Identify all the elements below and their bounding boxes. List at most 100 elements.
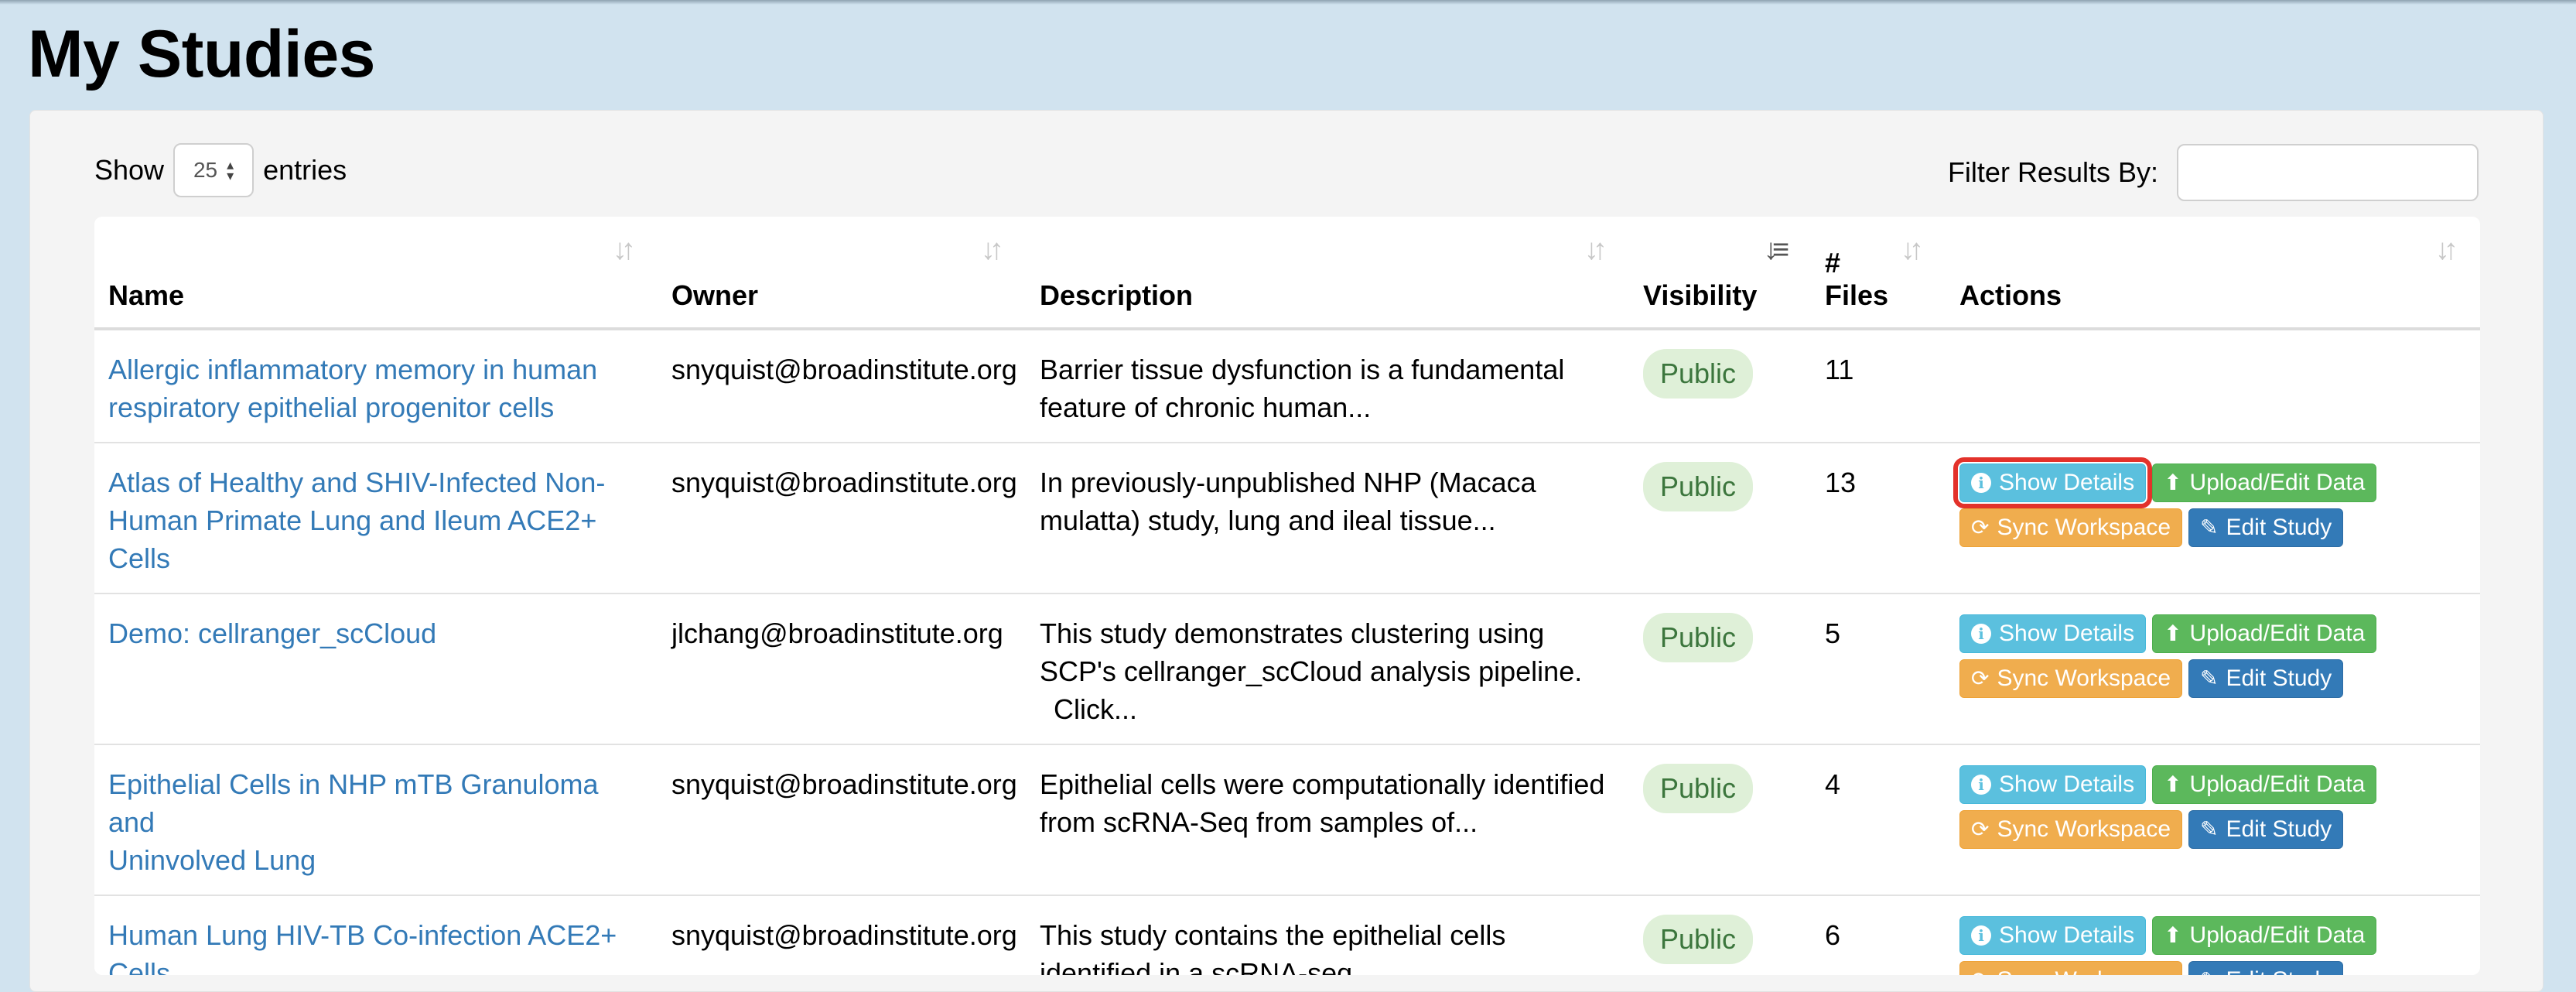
column-header-description[interactable]: ↓↑ Description [1026,217,1629,330]
study-name-line: Uninvolved Lung [108,844,316,876]
filter-label: Filter Results By: [1947,156,2158,188]
study-name-link[interactable]: Human Lung HIV-TB Co-infection ACE2+ Cel… [108,919,617,975]
actions-cell: i Show Details ⬆ Upload/Edit Data ⟳ Sync… [1946,593,2480,745]
files-count-cell: 11 [1811,329,1946,443]
show-details-label: Show Details [1999,771,2135,797]
sort-icon: ↓↑ [2435,234,2458,266]
study-name-cell: Human Lung HIV-TB Co-infection ACE2+ Cel… [94,895,658,975]
visibility-cell: Public [1629,443,1811,594]
study-name-line: Cells [108,957,171,975]
filter-input[interactable] [2177,144,2479,201]
column-header-files[interactable]: ↓↑ # Files [1811,217,1946,330]
study-name-line: Atlas of Healthy and SHIV-Infected Non- [108,467,606,498]
edit-study-button[interactable]: ✎ Edit Study [2188,810,2344,849]
sync-workspace-label: Sync Workspace [1997,515,2171,540]
column-header-actions-label: Actions [1959,279,2062,311]
entries-select-value: 25 [193,158,218,182]
owner-cell: snyquist@broadinstitute.org [658,443,1026,594]
public-badge: Public [1643,462,1754,511]
study-name-line: Epithelial Cells in NHP mTB Granuloma an… [108,768,599,838]
description-line: SCP's cellranger_scCloud analysis pipeli… [1040,655,1583,687]
column-header-files-label: Files [1825,279,1889,311]
sync-workspace-button[interactable]: ⟳ Sync Workspace [1959,508,2182,547]
upload-edit-data-label: Upload/Edit Data [2189,922,2366,948]
actions-cell: i Show Details ⬆ Upload/Edit Data ⟳ Sync… [1946,895,2480,975]
upload-icon: ⬆ [2164,621,2182,645]
table-row: Demo: cellranger_scCloud jlchang@broadin… [94,593,2480,745]
study-name-link[interactable]: Epithelial Cells in NHP mTB Granuloma an… [108,768,599,876]
files-count-cell: 6 [1811,895,1946,975]
visibility-cell: Public [1629,593,1811,745]
table-row: Atlas of Healthy and SHIV-Infected Non- … [94,443,2480,594]
upload-edit-data-button[interactable]: ⬆ Upload/Edit Data [2152,916,2377,955]
visibility-cell: Public [1629,329,1811,443]
info-circle-icon: i [1971,925,1991,946]
study-name-link[interactable]: Demo: cellranger_scCloud [108,617,436,649]
edit-icon: ✎ [2200,961,2218,975]
sync-workspace-button[interactable]: ⟳ Sync Workspace [1959,659,2182,698]
show-details-label: Show Details [1999,922,2135,948]
studies-table: ↓↑ Name ↓↑ Owner ↓↑ Description ↓≡ Visib… [94,217,2480,975]
sort-icon: ↓↑ [613,234,636,266]
entries-label: entries [263,154,347,186]
description-line: mulatta) study, lung and ileal tissue... [1040,505,1496,536]
info-circle-icon: i [1971,624,1991,644]
study-name-cell: Demo: cellranger_scCloud [94,593,658,745]
select-arrows-icon: ▴ ▾ [227,157,234,183]
files-count-cell: 13 [1811,443,1946,594]
study-name-link[interactable]: Atlas of Healthy and SHIV-Infected Non- … [108,467,605,574]
actions-cell: i Show Details ⬆ Upload/Edit Data ⟳ Sync… [1946,443,2480,594]
owner-cell: jlchang@broadinstitute.org [658,593,1026,745]
refresh-icon: ⟳ [1971,515,1990,539]
description-line: from scRNA-Seq from samples of... [1040,806,1478,838]
sort-icon: ↓↑ [981,234,1004,266]
column-header-files-hash: # [1825,247,1841,279]
column-header-actions[interactable]: ↓↑ Actions [1946,217,2480,330]
description-line: In previously-unpublished NHP (Macaca [1040,467,1536,498]
info-circle-icon: i [1971,473,1991,493]
upload-edit-data-button[interactable]: ⬆ Upload/Edit Data [2152,765,2377,804]
files-count-cell: 5 [1811,593,1946,745]
edit-study-button[interactable]: ✎ Edit Study [2188,508,2344,547]
study-name-link[interactable]: Allergic inflammatory memory in human re… [108,354,597,423]
owner-cell: snyquist@broadinstitute.org [658,744,1026,896]
column-header-visibility-label: Visibility [1643,279,1758,311]
show-details-label: Show Details [1999,621,2135,646]
description-line: Barrier tissue dysfunction is a fundamen… [1040,354,1565,385]
table-header-row: ↓↑ Name ↓↑ Owner ↓↑ Description ↓≡ Visib… [94,217,2480,330]
description-line: identified in a scRNA-seq... [1040,957,1376,975]
refresh-icon: ⟳ [1971,666,1990,690]
description-line: This study demonstrates clustering using [1040,617,1545,649]
show-details-button[interactable]: i Show Details [1959,916,2147,955]
sync-workspace-button[interactable]: ⟳ Sync Workspace [1959,810,2182,849]
info-circle-icon: i [1971,775,1991,795]
description-cell: Epithelial cells were computationally id… [1026,744,1629,896]
description-line: Click... [1054,693,1137,725]
edit-icon: ✎ [2200,817,2219,841]
column-header-owner[interactable]: ↓↑ Owner [658,217,1026,330]
sync-workspace-label: Sync Workspace [1997,665,2171,691]
actions-cell [1946,329,2480,443]
upload-edit-data-button[interactable]: ⬆ Upload/Edit Data [2152,464,2377,502]
show-details-button[interactable]: i Show Details [1959,765,2147,804]
upload-edit-data-button[interactable]: ⬆ Upload/Edit Data [2152,614,2377,653]
show-details-button[interactable]: i Show Details [1952,457,2153,508]
owner-cell: snyquist@broadinstitute.org [658,895,1026,975]
sync-workspace-label: Sync Workspace [1997,816,2171,842]
upload-icon: ⬆ [2164,470,2182,494]
entries-select[interactable]: 25 ▴ ▾ [173,143,255,197]
column-header-name[interactable]: ↓↑ Name [94,217,658,330]
public-badge: Public [1643,915,1754,964]
study-name-cell: Allergic inflammatory memory in human re… [94,329,658,443]
description-line: Epithelial cells were computationally id… [1040,768,1605,800]
column-header-owner-label: Owner [671,279,759,311]
study-name-line: Demo: cellranger_scCloud [108,617,437,649]
description-cell: In previously-unpublished NHP (Macaca mu… [1026,443,1629,594]
sync-workspace-button[interactable]: ⟳ Sync Workspace [1959,961,2182,975]
refresh-icon: ⟳ [1971,961,1989,975]
column-header-visibility[interactable]: ↓≡ Visibility [1629,217,1811,330]
edit-study-button[interactable]: ✎ Edit Study [2188,659,2344,698]
study-name-line: Human Primate Lung and Ileum ACE2+ [108,505,597,536]
show-details-button[interactable]: i Show Details [1959,614,2147,653]
edit-study-button[interactable]: ✎ Edit Study [2188,961,2344,975]
